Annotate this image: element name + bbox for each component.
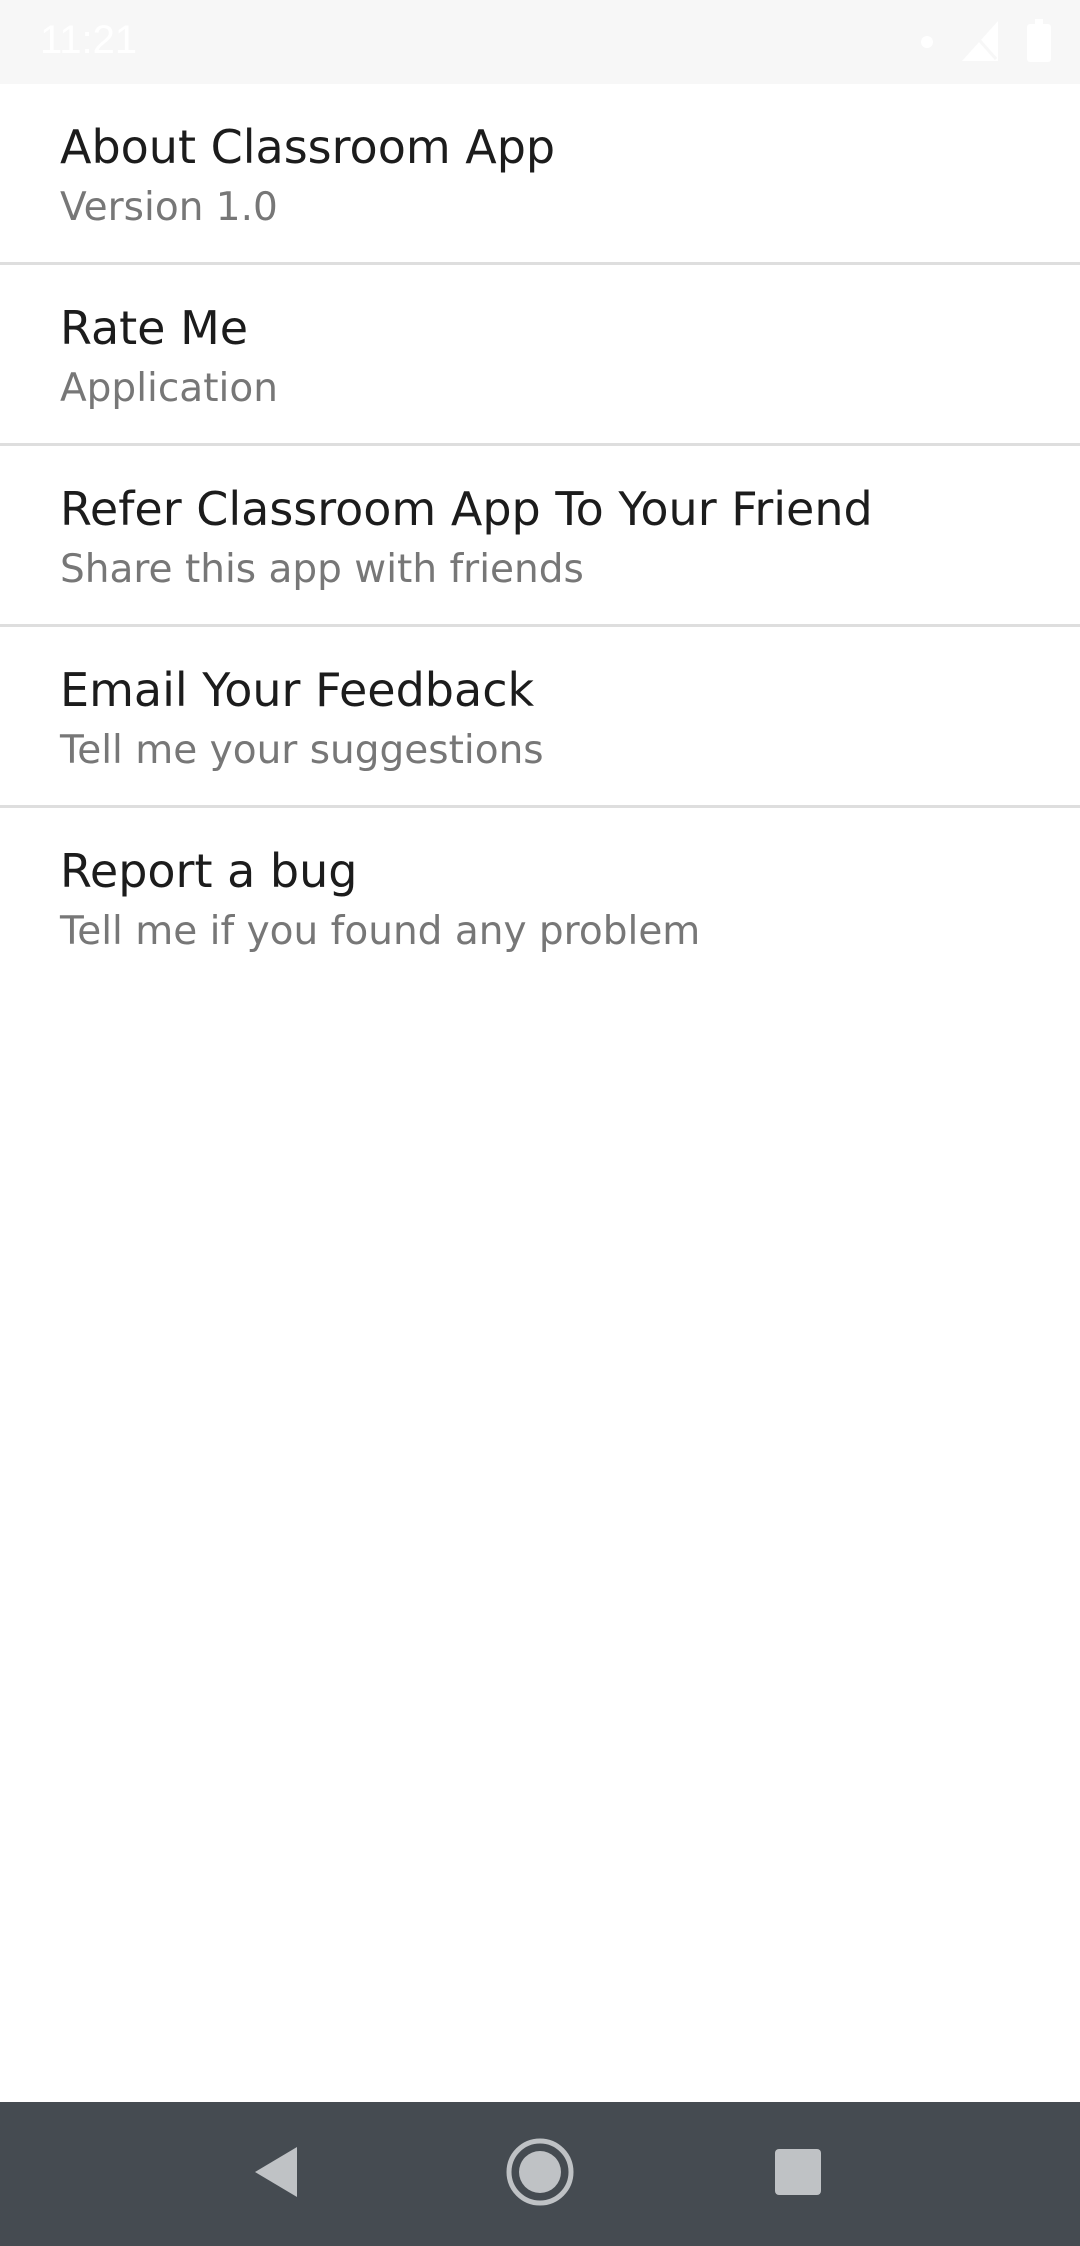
item-subtitle: Tell me if you found any problem — [60, 909, 701, 954]
item-title: Rate Me — [60, 301, 249, 355]
list-item-email-feedback[interactable]: Email Your Feedback Tell me your suggest… — [0, 627, 1080, 808]
list-item-refer-friend[interactable]: Refer Classroom App To Your Friend Share… — [0, 446, 1080, 627]
item-subtitle: Share this app with friends — [60, 547, 584, 592]
item-title: About Classroom App — [60, 120, 556, 174]
list-item-rate-me[interactable]: Rate Me Application — [0, 265, 1080, 446]
item-subtitle: Tell me your suggestions — [60, 728, 544, 773]
back-icon — [252, 2145, 300, 2203]
back-button[interactable] — [228, 2126, 324, 2222]
status-icons — [920, 19, 1052, 67]
list-item-about[interactable]: About Classroom App Version 1.0 — [0, 84, 1080, 265]
list-item-report-bug[interactable]: Report a bug Tell me if you found any pr… — [0, 808, 1080, 989]
recents-icon — [774, 2148, 822, 2200]
home-button[interactable] — [492, 2126, 588, 2222]
item-subtitle: Application — [60, 366, 278, 411]
item-title: Email Your Feedback — [60, 663, 535, 717]
item-title: Report a bug — [60, 844, 358, 898]
home-icon — [505, 2137, 575, 2211]
settings-list: About Classroom App Version 1.0 Rate Me … — [0, 84, 1080, 989]
battery-icon — [1026, 19, 1052, 67]
recents-button[interactable] — [750, 2126, 846, 2222]
status-time: 11:21 — [40, 18, 138, 62]
item-title: Refer Classroom App To Your Friend — [60, 482, 873, 536]
signal-icon — [960, 19, 1000, 67]
navigation-bar — [0, 2102, 1080, 2246]
dot-icon — [920, 34, 934, 53]
status-bar: 11:21 — [0, 0, 1080, 84]
item-subtitle: Version 1.0 — [60, 185, 278, 230]
